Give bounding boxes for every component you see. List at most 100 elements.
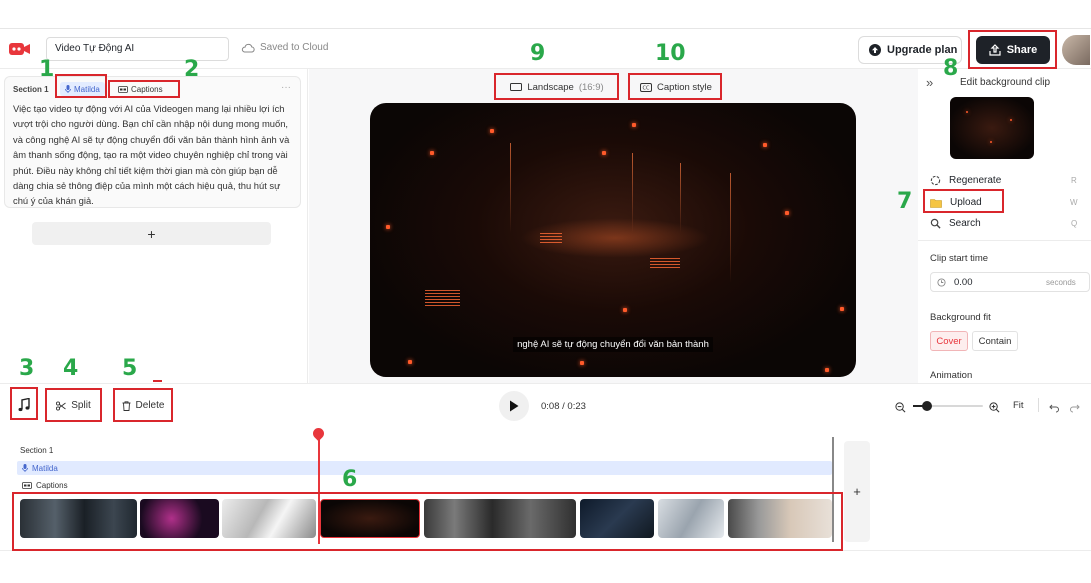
upload-shortcut: W	[1070, 198, 1078, 207]
particle	[623, 308, 627, 312]
section-more-button[interactable]: ···	[281, 82, 291, 93]
clip-start-unit: seconds	[1046, 277, 1076, 287]
time-total: 0:23	[567, 401, 586, 412]
regenerate-shortcut: R	[1071, 176, 1077, 185]
redo-button[interactable]	[1070, 400, 1080, 418]
particle	[408, 360, 412, 364]
search-button[interactable]: Search Q	[930, 216, 1080, 231]
timeline-voice-label: Matilda	[32, 463, 58, 473]
trash-icon	[122, 400, 131, 411]
clip-start-label: Clip start time	[930, 253, 989, 264]
clock-icon	[937, 277, 946, 287]
particle	[1010, 119, 1012, 121]
app-logo[interactable]	[8, 39, 32, 59]
clip-thumbnail[interactable]	[728, 499, 832, 538]
annotation-number-3: 3	[19, 356, 35, 381]
cc-icon	[22, 481, 32, 489]
time-current: 0:08	[541, 401, 560, 412]
timeline-captions-label: Captions	[36, 480, 68, 490]
clip-thumbnail[interactable]	[580, 499, 654, 538]
playhead-line[interactable]	[318, 432, 320, 544]
caption-style-label: Caption style	[657, 81, 712, 93]
share-button[interactable]: Share	[976, 36, 1050, 64]
annotation-number-7: 7	[897, 189, 913, 214]
video-preview[interactable]: nghệ AI sẽ tự động chuyển đổi văn bản th…	[370, 103, 856, 377]
landscape-button[interactable]: Landscape (16:9)	[496, 75, 618, 99]
particle	[763, 143, 767, 147]
camera-logo-icon	[9, 43, 30, 55]
top-divider	[0, 28, 1091, 29]
split-button[interactable]: Split	[47, 392, 100, 419]
particle	[602, 151, 606, 155]
zoom-slider-handle[interactable]	[922, 401, 932, 411]
light-streak	[730, 173, 731, 283]
save-status: Saved to Cloud	[241, 42, 328, 53]
animation-label: Animation	[930, 370, 973, 381]
timeline-add-button[interactable]: +	[844, 441, 870, 542]
share-label: Share	[1006, 44, 1038, 56]
playhead-handle[interactable]	[310, 425, 327, 442]
clip-thumbnail[interactable]	[658, 499, 724, 538]
voice-chip[interactable]: Matilda	[60, 82, 105, 96]
particle	[386, 225, 390, 229]
fit-button[interactable]: Fit	[1013, 400, 1024, 411]
zoom-slider[interactable]	[913, 401, 983, 411]
light-streak	[510, 143, 511, 233]
panel-divider	[918, 240, 1091, 241]
upload-label: Upload	[950, 197, 982, 208]
arrow-up-circle-icon	[869, 44, 881, 56]
clip-start-input[interactable]: 0.00 seconds	[930, 272, 1090, 292]
contain-label: Contain	[978, 335, 1012, 347]
particle	[825, 368, 829, 372]
timeline-captions-track[interactable]: Captions	[17, 478, 832, 492]
undo-button[interactable]	[1049, 400, 1059, 418]
caption-style-button[interactable]: CC Caption style	[630, 75, 722, 99]
annotation-number-5: 5	[122, 356, 138, 381]
delete-label: Delete	[135, 400, 165, 411]
avatar[interactable]	[1062, 35, 1090, 65]
add-section-button[interactable]: +	[32, 222, 271, 245]
search-shortcut: Q	[1071, 219, 1078, 228]
folder-icon	[930, 198, 942, 208]
regenerate-button[interactable]: Regenerate R	[930, 173, 1080, 188]
upload-button[interactable]: Upload W	[930, 195, 1080, 210]
annotation-number-9: 9	[530, 41, 546, 66]
play-button[interactable]	[499, 391, 529, 421]
clip-thumbnail[interactable]	[424, 499, 576, 538]
add-section-label: +	[147, 225, 156, 242]
search-label: Search	[949, 218, 981, 229]
particle	[840, 307, 844, 311]
microphone-icon	[65, 85, 71, 93]
collapse-panel-button[interactable]: »	[926, 75, 933, 90]
save-status-text: Saved to Cloud	[260, 42, 329, 53]
zoom-in-icon	[989, 402, 1000, 413]
background-clip-thumbnail[interactable]	[950, 97, 1034, 159]
regenerate-icon	[930, 175, 941, 186]
particle	[966, 111, 968, 113]
script-text[interactable]: Việc tạo video tự động với AI của Videog…	[13, 101, 293, 209]
timeline-voice-track[interactable]: Matilda	[17, 461, 832, 475]
music-button[interactable]	[12, 392, 36, 418]
zoom-out-icon	[895, 402, 906, 413]
captions-chip[interactable]: Captions	[114, 82, 167, 96]
zoom-out-button[interactable]	[895, 400, 906, 418]
clip-thumbnail[interactable]	[20, 499, 137, 538]
particle	[490, 129, 494, 133]
upgrade-label: Upgrade plan	[887, 44, 958, 56]
clip-thumbnail-selected[interactable]	[320, 499, 420, 538]
annotation-number-4: 4	[63, 356, 79, 381]
particle	[632, 123, 636, 127]
redo-icon	[1070, 404, 1080, 413]
clip-thumbnail[interactable]	[222, 499, 316, 538]
regenerate-label: Regenerate	[949, 175, 1002, 186]
annotation-mark	[153, 380, 162, 382]
annotation-number-8: 8	[943, 56, 959, 81]
clip-thumbnail[interactable]	[140, 499, 219, 538]
cover-option[interactable]: Cover	[930, 331, 968, 351]
landscape-label: Landscape	[527, 81, 574, 93]
delete-button[interactable]: Delete	[115, 392, 171, 419]
project-title-input[interactable]: Video Tự Động AI	[46, 37, 229, 61]
cc-icon	[118, 85, 128, 93]
zoom-in-button[interactable]	[989, 400, 1000, 418]
contain-option[interactable]: Contain	[972, 331, 1018, 351]
